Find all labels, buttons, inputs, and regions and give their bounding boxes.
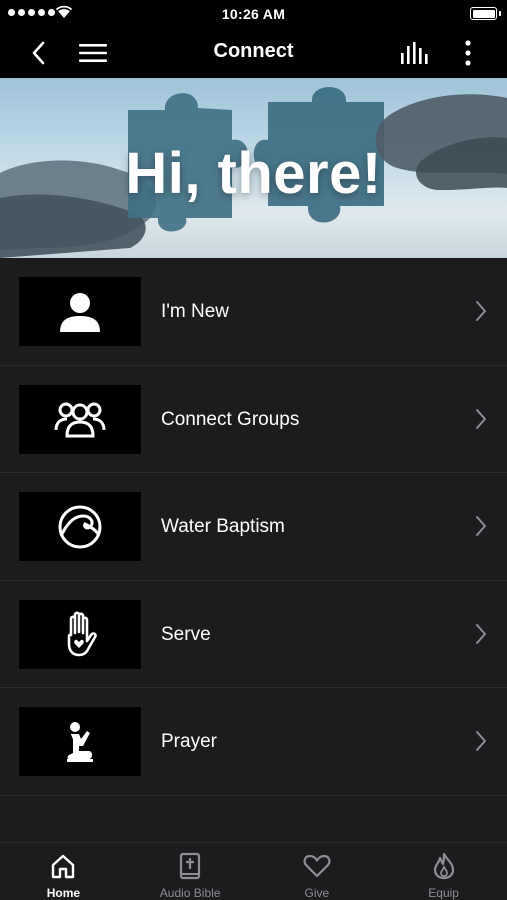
menu-item-serve[interactable]: Serve (0, 581, 507, 688)
heart-icon (303, 854, 331, 878)
menu-item-connect-groups[interactable]: Connect Groups (0, 366, 507, 473)
wave-icon (58, 505, 102, 548)
menu-item-im-new[interactable]: I'm New (0, 258, 507, 366)
nav-bar: Connect (0, 28, 507, 78)
menu-item-label: Connect Groups (161, 408, 300, 430)
menu-thumbnail (19, 599, 141, 669)
chevron-right-icon (476, 623, 486, 644)
menu-thumbnail (19, 384, 141, 454)
tab-label: Equip (428, 886, 459, 900)
menu-item-label: I'm New (161, 301, 230, 322)
tab-label: Home (46, 886, 81, 900)
hero-banner: Hi, there! (0, 78, 507, 258)
tab-label: Give (304, 886, 330, 900)
group-icon (54, 402, 106, 438)
menu-item-label: Prayer (161, 731, 217, 752)
tab-audio-bible[interactable]: Audio Bible (127, 843, 254, 900)
flame-icon (433, 852, 454, 880)
tab-home[interactable]: Home (0, 843, 127, 900)
home-icon (52, 854, 75, 879)
menu-item-water-baptism[interactable]: Water Baptism (0, 473, 507, 581)
menu-thumbnail (19, 707, 141, 776)
status-time: 10:26 AM (221, 6, 286, 22)
bible-icon (180, 852, 201, 880)
menu-thumbnail (19, 492, 141, 561)
chevron-right-icon (476, 408, 486, 429)
hand-heart-icon (67, 611, 97, 657)
tab-equip[interactable]: Equip (380, 843, 507, 900)
menu-item-prayer[interactable]: Prayer (0, 688, 507, 796)
menu-item-label: Water Baptism (161, 516, 285, 537)
chevron-right-icon (476, 301, 486, 321)
hero-heading: Hi, there! (125, 141, 382, 206)
tab-bar: Home Audio Bible Give Equip (0, 842, 507, 900)
chevron-right-icon (476, 516, 486, 536)
equalizer-icon (401, 42, 428, 64)
praying-person-icon (67, 721, 93, 762)
person-icon (60, 292, 100, 332)
menu-thumbnail (19, 277, 141, 346)
more-vertical-icon (465, 40, 471, 66)
battery-icon (470, 7, 501, 20)
status-bar: 10:26 AM (0, 0, 507, 28)
tab-give[interactable]: Give (254, 843, 381, 900)
audio-button[interactable] (397, 28, 433, 78)
more-options-button[interactable] (456, 28, 480, 78)
menu-list: I'm New Connect Groups Water Baptism Ser… (0, 258, 507, 842)
chevron-right-icon (476, 731, 486, 751)
menu-item-label: Serve (161, 623, 211, 645)
tab-label: Audio Bible (159, 886, 221, 900)
